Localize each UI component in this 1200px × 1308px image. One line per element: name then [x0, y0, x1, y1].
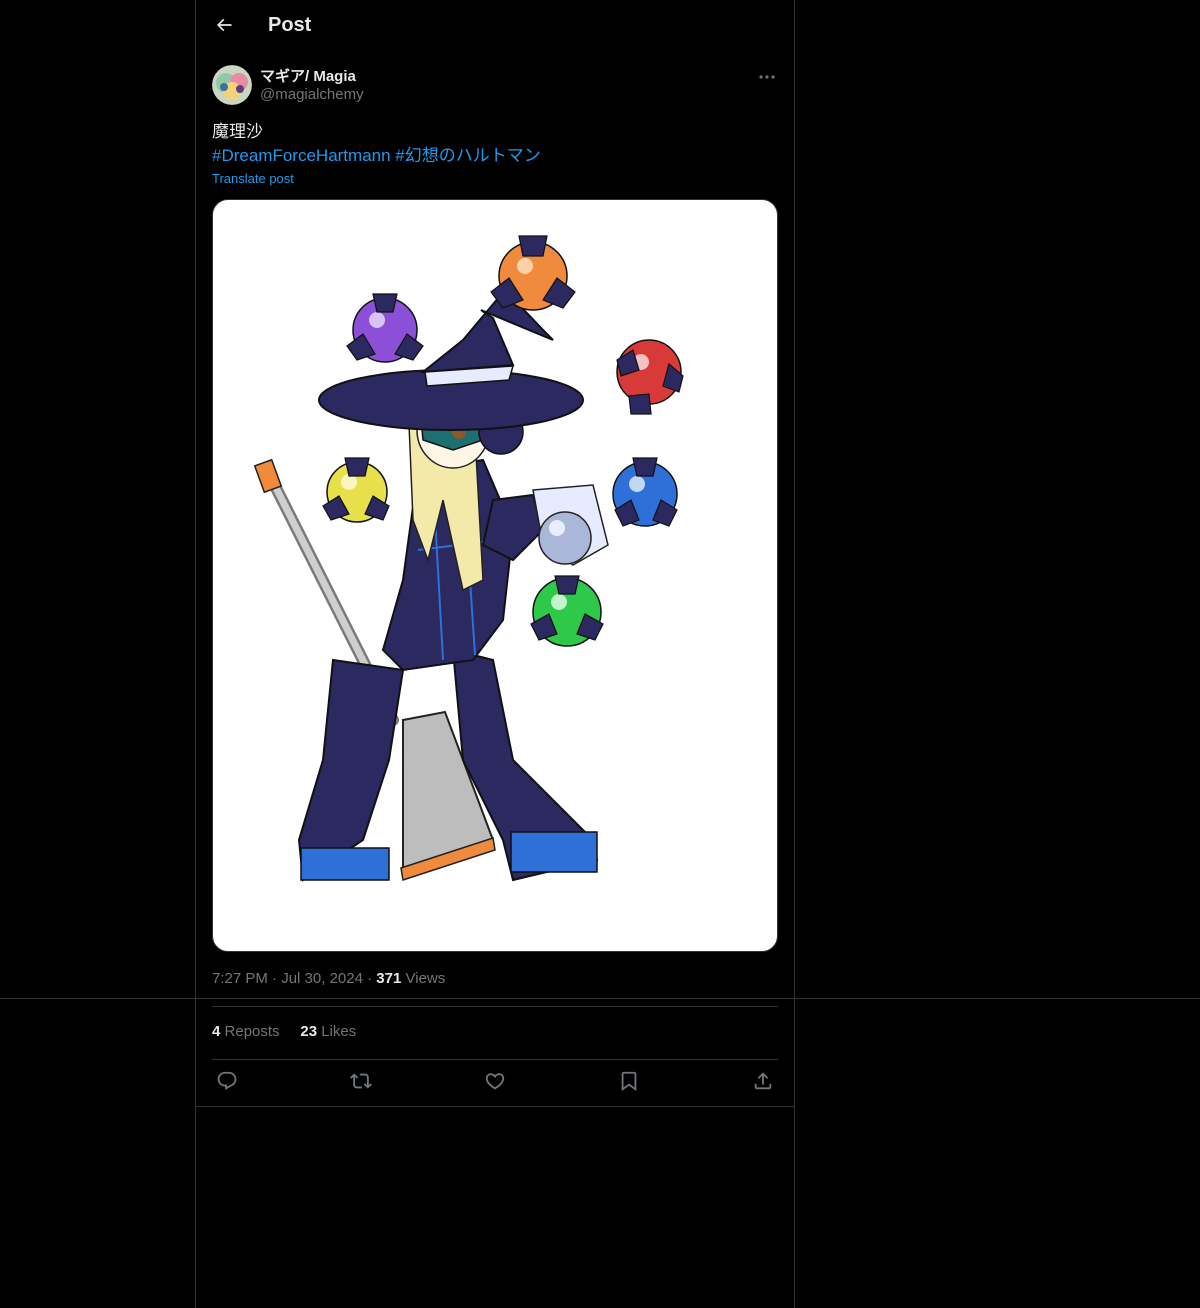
post-meta: 7:27 PM · Jul 30, 2024 · 371 Views [212, 970, 445, 987]
back-button[interactable] [208, 11, 240, 43]
page-title: Post [268, 14, 312, 36]
avatar[interactable] [212, 65, 252, 105]
post-text: 魔理沙 #DreamForceHartmann #幻想のハルトマン [212, 120, 778, 168]
repost-button[interactable] [346, 1068, 376, 1098]
divider [212, 1006, 778, 1007]
reply-button[interactable] [212, 1068, 242, 1098]
share-icon [752, 1070, 774, 1097]
reposts-label: Reposts [224, 1023, 280, 1040]
meta-separator: · [367, 970, 373, 987]
action-bar [212, 1068, 778, 1098]
more-options-button[interactable] [756, 64, 778, 86]
share-button[interactable] [748, 1068, 778, 1098]
author-display-name[interactable]: マギア/ Magia [260, 65, 356, 86]
divider [196, 1106, 794, 1107]
reposts-count: 4 [212, 1023, 221, 1040]
post-hashtags: #DreamForceHartmann #幻想のハルトマン [212, 144, 778, 168]
post-stats: 4 Reposts 23 Likes [212, 1023, 356, 1040]
translate-post-link[interactable]: Translate post [212, 171, 294, 186]
divider [212, 1059, 778, 1060]
bookmark-button[interactable] [614, 1068, 644, 1098]
bookmark-icon [618, 1070, 640, 1097]
hashtag-link[interactable]: #DreamForceHartmann [212, 146, 391, 165]
reply-icon [216, 1070, 238, 1097]
header: Post [196, 0, 794, 54]
like-button[interactable] [480, 1068, 510, 1098]
post-image[interactable] [212, 199, 778, 952]
post-column: Post マギア/ Magia @magialchemy 魔理沙 #DreamF… [195, 0, 795, 1308]
post-author: マギア/ Magia @magialchemy [212, 64, 778, 108]
views-label: Views [405, 970, 446, 987]
likes-label: Likes [321, 1023, 357, 1040]
post-time[interactable]: 7:27 PM [212, 970, 268, 987]
hashtag-link[interactable]: #幻想のハルトマン [395, 146, 540, 165]
arrow-left-icon [214, 15, 234, 40]
author-handle[interactable]: @magialchemy [260, 86, 364, 103]
likes-stat[interactable]: 23 Likes [300, 1023, 356, 1040]
views-count: 371 [376, 970, 402, 987]
like-icon [484, 1070, 506, 1097]
reposts-stat[interactable]: 4 Reposts [212, 1023, 280, 1040]
repost-icon [350, 1070, 372, 1097]
post-body: 魔理沙 [212, 122, 263, 141]
more-icon [759, 66, 775, 84]
post-date[interactable]: Jul 30, 2024 [281, 970, 363, 987]
likes-count: 23 [300, 1023, 318, 1040]
meta-separator: · [272, 970, 278, 987]
witch-robot-illustration [253, 235, 684, 882]
